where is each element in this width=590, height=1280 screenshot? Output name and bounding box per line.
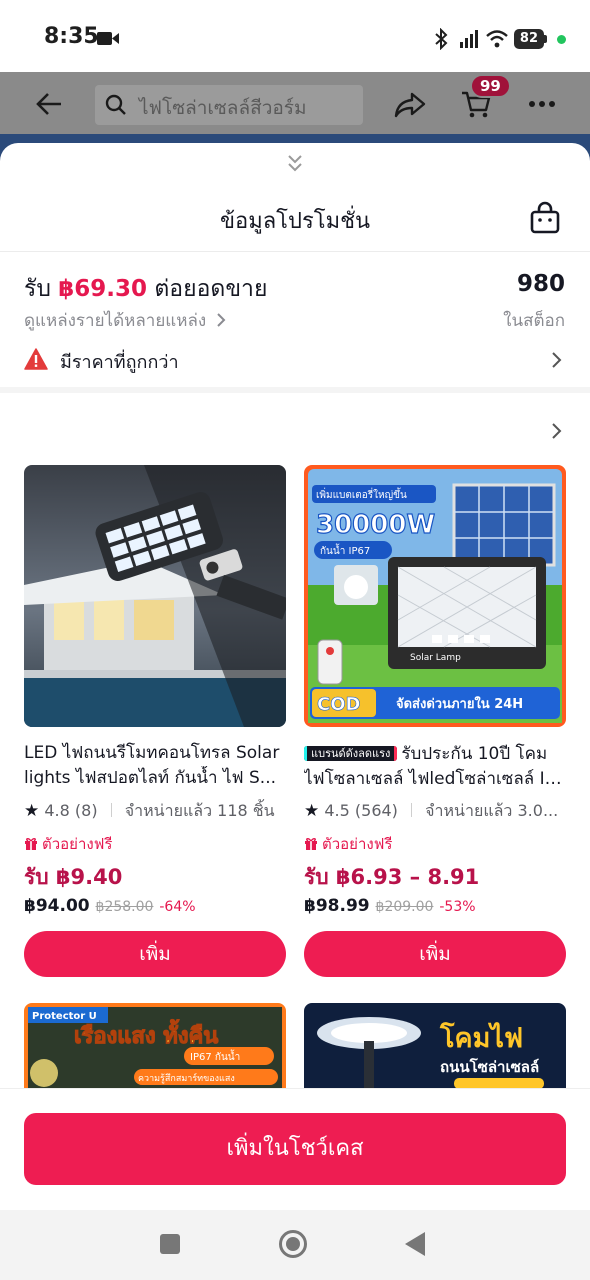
cheaper-price-row[interactable]: มีราคาที่ถูกกว่า	[24, 345, 566, 375]
review-count: (8)	[74, 801, 98, 820]
home-icon[interactable]	[279, 1230, 307, 1258]
wifi-icon	[486, 30, 508, 48]
commission-row: รับ ฿69.30 ต่อยอดขาย	[24, 271, 267, 307]
brand-tag: แบรนด์ดังลดแรง	[304, 746, 398, 761]
ip-label: กันน้ำ IP67	[320, 543, 370, 557]
product-thumbnail[interactable]: โคมไฟ ถนนโซล่าเซลล์	[304, 1003, 566, 1089]
cod-label: COD	[317, 694, 360, 715]
thumb-headline: เรืองแสง ทั้งคืน	[74, 1019, 218, 1049]
discount-label: -64%	[159, 899, 196, 915]
chevron-right-icon	[552, 352, 562, 368]
more-icon[interactable]	[528, 92, 556, 116]
divider	[0, 251, 590, 252]
thumb-headline: ถนนโซล่าเซลล์	[440, 1057, 539, 1076]
original-price: ฿209.00	[375, 899, 434, 915]
original-price: ฿258.00	[95, 899, 154, 915]
add-button[interactable]: เพิ่ม	[304, 931, 566, 977]
product-title-line: รับประกัน 10ปี โคม	[401, 744, 548, 764]
thumb-ip: IP67 กันน้ำ	[190, 1049, 240, 1063]
product-price-row: ฿98.99 ฿209.00 -53%	[304, 896, 476, 916]
free-sample-badge: ตัวอย่างฟรี	[24, 832, 112, 856]
product-rating: ★ 4.5 (564) จำหน่ายแล้ว 3.0...	[304, 799, 558, 824]
battery-icon: 82	[513, 29, 544, 49]
sheet-footer: เพิ่มในโชว์เคส	[0, 1088, 590, 1210]
back-icon[interactable]	[405, 1232, 425, 1256]
free-sample-label: ตัวอย่างฟรี	[42, 835, 113, 853]
chevron-right-icon	[216, 313, 225, 327]
rating-value: 4.5	[324, 801, 350, 820]
search-input[interactable]: ไฟโซล่าเซลล์สีวอร์ม	[95, 85, 363, 125]
free-sample-badge: ตัวอย่างฟรี	[304, 832, 392, 856]
status-bar: 8:35 82	[0, 0, 590, 72]
product-thumbnail[interactable]: Protector U เรืองแสง ทั้งคืน IP67 กันน้ำ…	[24, 1003, 286, 1089]
free-sample-label: ตัวอย่างฟรี	[322, 835, 393, 853]
sold-count: จำหน่ายแล้ว 118 ชิ้น	[124, 801, 275, 820]
section-divider	[0, 387, 590, 393]
product-price-row: ฿94.00 ฿258.00 -64%	[24, 896, 196, 916]
video-camera-icon	[97, 32, 119, 45]
status-icons: 82	[430, 26, 566, 52]
product-image[interactable]: Solar Lamp เพิ่มแบตเตอรี่ใหญ่ขึ้น 30000W…	[304, 465, 566, 727]
rating-value: 4.8	[44, 801, 70, 820]
ship-label: จัดส่งด่วนภายใน 24H	[396, 695, 523, 712]
income-sources-link[interactable]: ดูแหล่งรายได้หลายแหล่ง	[24, 307, 226, 334]
cheaper-price-text: มีราคาที่ถูกกว่า	[60, 352, 179, 373]
shopping-bag-icon[interactable]	[529, 201, 561, 235]
stock-count: 980	[516, 271, 565, 297]
star-icon: ★	[304, 801, 320, 821]
separator	[411, 803, 413, 817]
street-light-photo	[24, 465, 286, 727]
thumb-brand: Protector U	[32, 1011, 97, 1022]
gift-icon	[305, 838, 317, 850]
product-title-line: lights ไฟสปอตไลท์ กันน้ำ ไฟ S...	[24, 768, 276, 788]
search-placeholder: ไฟโซล่าเซลล์สีวอร์ม	[139, 97, 307, 119]
watt-label: 30000W	[316, 510, 435, 540]
star-icon: ★	[24, 801, 40, 821]
battery-tip	[544, 35, 547, 43]
signal-icon	[459, 30, 478, 48]
lamp-label: Solar Lamp	[410, 653, 461, 663]
stock-label: ในสต็อก	[503, 311, 565, 331]
status-time: 8:35	[44, 24, 99, 49]
product-rating: ★ 4.8 (8) จำหน่ายแล้ว 118 ชิ้น	[24, 799, 275, 824]
product-image: Protector U เรืองแสง ทั้งคืน IP67 กันน้ำ…	[24, 1003, 286, 1089]
earn-amount: ฿69.30	[58, 276, 148, 302]
separator	[110, 803, 112, 817]
banner-label: เพิ่มแบตเตอรี่ใหญ่ขึ้น	[316, 487, 407, 501]
collapse-chevron-icon[interactable]	[284, 153, 306, 175]
recents-icon[interactable]	[160, 1234, 180, 1254]
product-earn: รับ ฿6.93 – 8.91	[304, 865, 480, 889]
income-sources-label: ดูแหล่งรายได้หลายแหล่ง	[24, 311, 207, 331]
thumb-headline: โคมไฟ	[439, 1021, 523, 1054]
product-title-line: ไฟโซลาเซลล์ ไฟledโซล่าเซลล์ IP...	[304, 769, 566, 789]
back-arrow-icon[interactable]	[34, 89, 64, 119]
search-icon	[105, 94, 126, 115]
earn-prefix: รับ	[24, 276, 51, 302]
product-image: โคมไฟ ถนนโซล่าเซลล์	[304, 1003, 566, 1089]
earn-suffix: ต่อยอดขาย	[154, 276, 268, 302]
product-image[interactable]	[24, 465, 286, 727]
warning-icon	[24, 348, 48, 370]
sold-count: จำหน่ายแล้ว 3.0...	[425, 801, 559, 820]
thumb-sub: ความรู้สึกสมาร์ทของแสง	[138, 1072, 235, 1084]
product-price: ฿98.99	[304, 896, 370, 916]
bluetooth-icon	[435, 28, 448, 50]
product-earn: รับ ฿9.40	[24, 865, 123, 889]
add-to-showcase-button[interactable]: เพิ่มในโชว์เคส	[24, 1113, 566, 1185]
product-title-line: LED ไฟถนนรีโมทคอนโทรล Solar	[24, 743, 280, 763]
product-title[interactable]: แบรนด์ดังลดแรง รับประกัน 10ปี โคม ไฟโซลาเ…	[304, 741, 566, 791]
privacy-dot-icon	[557, 34, 566, 44]
system-nav-bar	[0, 1210, 590, 1280]
review-count: (564)	[354, 801, 398, 820]
solar-lamp-photo: Solar Lamp เพิ่มแบตเตอรี่ใหญ่ขึ้น 30000W…	[304, 465, 566, 727]
chevron-right-icon[interactable]	[550, 421, 564, 441]
gift-icon	[25, 838, 37, 850]
product-price: ฿94.00	[24, 896, 90, 916]
discount-label: -53%	[439, 899, 476, 915]
product-title[interactable]: LED ไฟถนนรีโมทคอนโทรล Solar lights ไฟสปอ…	[24, 741, 286, 791]
add-button[interactable]: เพิ่ม	[24, 931, 286, 977]
cart-badge: 99	[470, 74, 511, 98]
sheet-title: ข้อมูลโปรโมชั่น	[219, 209, 371, 234]
share-icon[interactable]	[394, 88, 426, 120]
